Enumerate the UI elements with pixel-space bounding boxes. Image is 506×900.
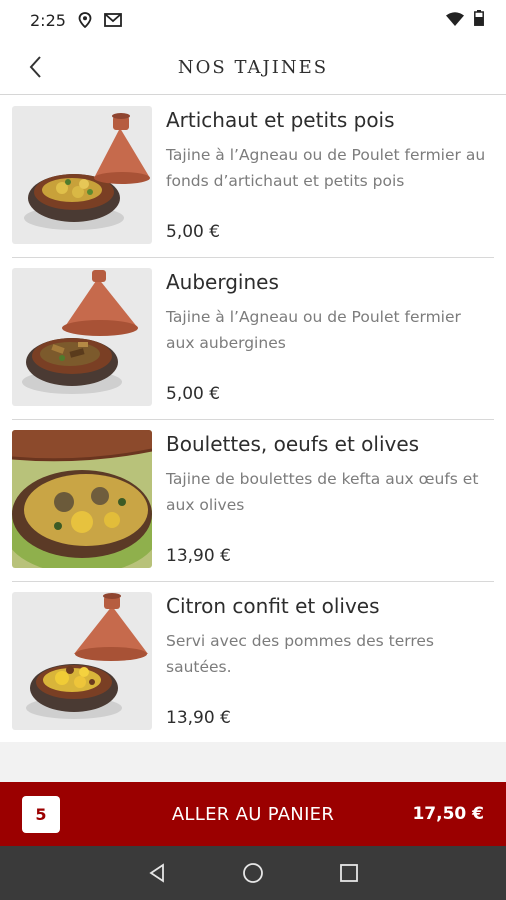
menu-list[interactable]: Artichaut et petits pois Tajine à l’Agne… bbox=[0, 96, 506, 782]
app-header: NOS TAJINES bbox=[0, 40, 506, 95]
cart-count-badge: 5 bbox=[22, 796, 60, 833]
go-to-cart-button[interactable]: 5 ALLER AU PANIER 17,50 € bbox=[0, 782, 506, 846]
list-item[interactable]: Artichaut et petits pois Tajine à l’Agne… bbox=[0, 96, 506, 258]
dish-name: Boulettes, oeufs et olives bbox=[166, 432, 420, 456]
chevron-left-icon bbox=[29, 56, 41, 78]
status-time: 2:25 bbox=[30, 10, 66, 30]
dish-description: Servi avec des pommes des terres sautées… bbox=[166, 632, 434, 676]
nav-back-button[interactable] bbox=[133, 853, 181, 893]
nav-home-button[interactable] bbox=[229, 853, 277, 893]
dish-name: Aubergines bbox=[166, 270, 279, 294]
dish-image bbox=[12, 592, 152, 730]
back-button[interactable] bbox=[20, 50, 50, 84]
dish-image bbox=[12, 106, 152, 244]
dish-name: Citron confit et olives bbox=[166, 594, 380, 618]
dish-image bbox=[12, 430, 152, 568]
list-item[interactable]: Citron confit et olives Servi avec des p… bbox=[0, 582, 506, 744]
dish-name: Artichaut et petits pois bbox=[166, 108, 395, 132]
recents-square-icon bbox=[340, 864, 358, 882]
dish-price: 5,00 € bbox=[166, 222, 221, 242]
dish-price: 5,00 € bbox=[166, 384, 221, 404]
system-nav-bar bbox=[0, 846, 506, 900]
list-item[interactable]: Aubergines Tajine à l’Agneau ou de Poule… bbox=[0, 258, 506, 420]
dish-description: Tajine de boulettes de kefta aux œufs et… bbox=[166, 470, 479, 514]
cart-total: 17,50 € bbox=[412, 804, 484, 824]
wifi-icon bbox=[446, 11, 464, 30]
dish-description: Tajine à l’Agneau ou de Poulet fermier a… bbox=[166, 308, 461, 352]
nav-recents-button[interactable] bbox=[325, 853, 373, 893]
battery-icon bbox=[474, 10, 484, 30]
dish-price: 13,90 € bbox=[166, 708, 231, 728]
dish-price: 13,90 € bbox=[166, 546, 231, 566]
dish-image bbox=[12, 268, 152, 406]
gmail-icon bbox=[104, 13, 122, 27]
dish-description: Tajine à l’Agneau ou de Poulet fermier a… bbox=[166, 146, 486, 190]
list-item[interactable]: Boulettes, oeufs et olives Tajine de bou… bbox=[0, 420, 506, 582]
location-icon bbox=[78, 12, 92, 28]
status-bar: 2:25 bbox=[0, 0, 506, 40]
back-triangle-icon bbox=[149, 863, 164, 883]
home-circle-icon bbox=[243, 863, 263, 883]
list-bottom-spacer bbox=[0, 742, 506, 782]
page-title: NOS TAJINES bbox=[177, 56, 329, 78]
